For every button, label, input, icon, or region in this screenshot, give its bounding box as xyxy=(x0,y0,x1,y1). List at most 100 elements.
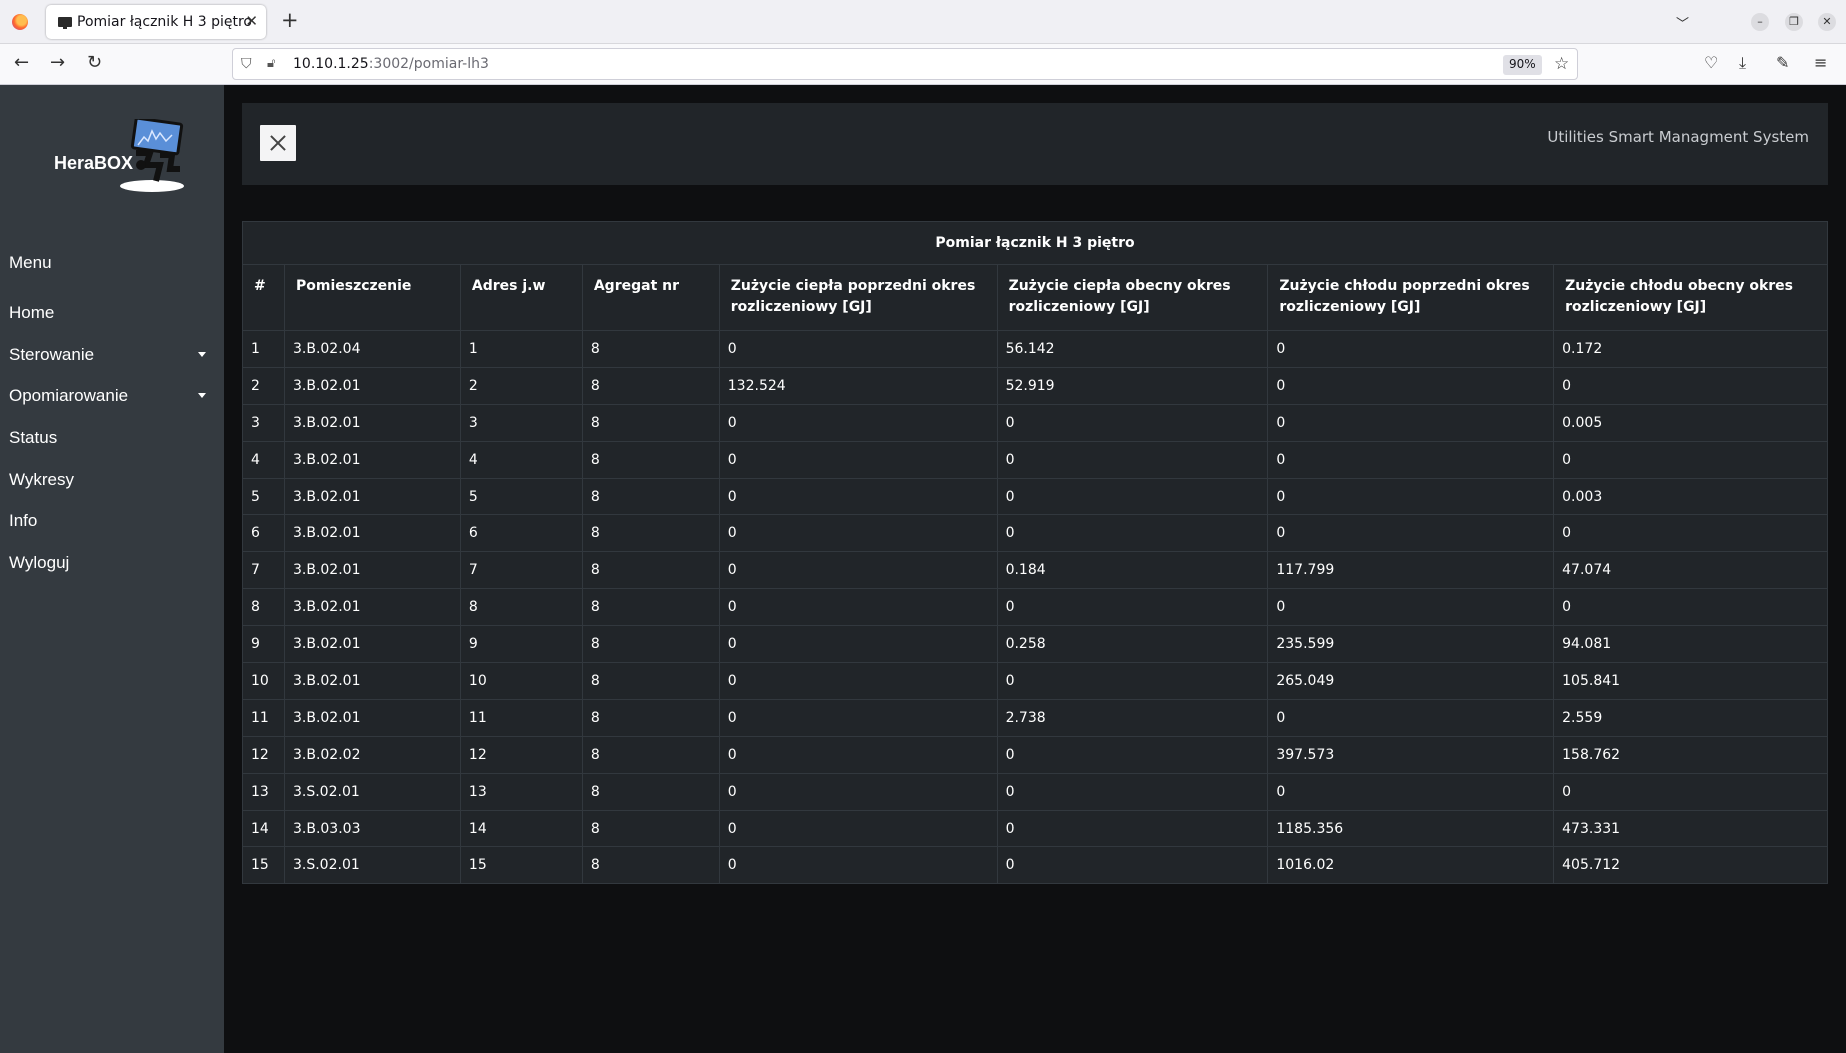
restore-icon[interactable]: ❐ xyxy=(1785,13,1803,31)
table-cell-room: 3.B.02.01 xyxy=(283,514,461,553)
sidebar-item-wykresy[interactable]: Wykresy xyxy=(0,459,224,501)
close-window-icon[interactable]: ✕ xyxy=(1818,13,1836,31)
downloads-icon[interactable]: ⤓ xyxy=(1739,53,1746,73)
sidebar-item-sterowanie[interactable]: Sterowanie xyxy=(0,334,224,376)
table-cell-cold-prev: 0 xyxy=(1267,588,1555,627)
table-cell-room: 3.B.02.01 xyxy=(283,698,461,737)
table-cell-cold-prev: 265.049 xyxy=(1267,662,1555,700)
column-header-cold-current: Zużycie chłodu obecny okres rozliczeniow… xyxy=(1553,264,1828,331)
table-cell-heat-prev: 0 xyxy=(718,809,998,848)
monitor-icon xyxy=(58,17,72,29)
address-bar[interactable]: ⛉ 🔓︎ 10.10.1.25:3002/pomiar-lh3 90% ☆ xyxy=(232,48,1578,80)
sidebar-item-wyloguj[interactable]: Wyloguj xyxy=(0,542,224,584)
insecure-lock-icon[interactable]: 🔓︎ xyxy=(267,56,275,71)
table-header-row: # Pomieszczenie Adres j.w Agregat nr Zużycie… xyxy=(242,264,1828,331)
caret-down-icon xyxy=(198,351,206,357)
shield-icon[interactable]: ⛉ xyxy=(241,56,252,72)
sidebar-item-home[interactable]: Home xyxy=(0,292,224,334)
table-cell-index: 12 xyxy=(242,735,285,774)
table-cell-address: 3 xyxy=(459,403,583,442)
column-header-heat-current: Zużycie ciepła obecny okres rozliczeniow… xyxy=(996,264,1269,331)
table-cell-heat-current: 0 xyxy=(996,514,1269,553)
table-row: 14 3.B.03.03 14 8 0 0 1185.356 473.331 xyxy=(242,809,1828,848)
table-row: 11 3.B.02.01 11 8 0 2.738 0 2.559 xyxy=(242,698,1828,737)
table-cell-cold-current: 2.559 xyxy=(1553,698,1828,737)
bookmark-star-icon[interactable]: ☆ xyxy=(1554,54,1569,74)
sidebar-item-info[interactable]: Info xyxy=(0,500,224,542)
url-path: :3002/pomiar-lh3 xyxy=(368,56,489,72)
table-cell-aggregate: 8 xyxy=(581,662,720,700)
table-cell-room: 3.B.02.01 xyxy=(283,440,461,479)
table-cell-cold-current: 0.005 xyxy=(1553,403,1828,442)
table-cell-heat-current: 0 xyxy=(996,588,1269,627)
table-cell-index: 7 xyxy=(242,551,285,590)
table-cell-cold-current: 0 xyxy=(1553,366,1828,405)
menu-hamburger-icon[interactable]: ≡ xyxy=(1814,53,1827,73)
caret-down-icon xyxy=(198,393,206,399)
table-cell-room: 3.B.02.01 xyxy=(283,477,461,516)
firefox-logo-icon xyxy=(12,14,28,30)
table-cell-index: 9 xyxy=(242,625,285,664)
extensions-icon[interactable]: ✎ xyxy=(1776,53,1789,73)
table-cell-heat-prev: 0 xyxy=(718,588,998,627)
minimize-icon[interactable]: – xyxy=(1751,13,1769,31)
table-cell-room: 3.B.02.02 xyxy=(283,735,461,774)
browser-tab[interactable]: Pomiar łącznik H 3 piętro ✕ xyxy=(46,5,266,39)
list-tabs-chevron-icon[interactable]: ﹀ xyxy=(1676,13,1689,32)
sidebar-item-label: Opomiarowanie xyxy=(9,386,129,406)
table-cell-aggregate: 8 xyxy=(581,366,720,405)
table-row: 10 3.B.02.01 10 8 0 0 265.049 105.841 xyxy=(242,662,1828,700)
reload-icon[interactable]: ↻ xyxy=(87,53,102,73)
table-cell-heat-current: 0 xyxy=(996,662,1269,700)
table-cell-heat-current: 56.142 xyxy=(996,330,1269,368)
sidebar-item-label: Status xyxy=(9,428,58,448)
tab-close-icon[interactable]: ✕ xyxy=(245,12,258,30)
table-cell-room: 3.B.02.01 xyxy=(283,625,461,664)
table-cell-heat-prev: 0 xyxy=(718,403,998,442)
herabox-logo[interactable]: HeraBOX xyxy=(52,116,184,195)
table-cell-aggregate: 8 xyxy=(581,514,720,553)
table-cell-heat-current: 2.738 xyxy=(996,698,1269,737)
table-cell-cold-current: 0.172 xyxy=(1553,330,1828,368)
url-text[interactable]: 10.10.1.25:3002/pomiar-lh3 xyxy=(293,56,489,72)
table-row: 7 3.B.02.01 7 8 0 0.184 117.799 47.074 xyxy=(242,551,1828,590)
table-body: 1 3.B.02.04 1 8 0 56.142 0 0.172 2 3.B.02.01 2 8 132… xyxy=(242,330,1828,885)
new-tab-icon[interactable]: + xyxy=(281,9,299,31)
table-cell-cold-prev: 0 xyxy=(1267,698,1555,737)
table-cell-cold-current: 0 xyxy=(1553,772,1828,811)
measurement-table: Pomiar łącznik H 3 piętro # Pomieszczenie… xyxy=(242,221,1828,885)
sidebar-item-label: Home xyxy=(9,303,55,322)
table-cell-room: 3.B.02.01 xyxy=(283,662,461,700)
sidebar-menu: Home Sterowanie Opomiarowanie Status Wyk… xyxy=(0,292,224,584)
table-cell-address: 13 xyxy=(459,772,583,811)
table-row: 2 3.B.02.01 2 8 132.524 52.919 0 0 xyxy=(242,366,1828,405)
logo-text: HeraBOX xyxy=(54,153,134,173)
column-header-heat-prev: Zużycie ciepła poprzedni okres rozliczen… xyxy=(718,264,998,331)
table-cell-room: 3.B.02.01 xyxy=(283,366,461,405)
close-sidebar-button[interactable] xyxy=(260,125,296,161)
table-cell-room: 3.S.02.01 xyxy=(283,846,461,885)
table-cell-heat-prev: 0 xyxy=(718,440,998,479)
table-cell-cold-prev: 117.799 xyxy=(1267,551,1555,590)
column-header-aggregate: Agregat nr xyxy=(581,264,720,331)
table-cell-index: 14 xyxy=(242,809,285,848)
table-cell-cold-prev: 0 xyxy=(1267,772,1555,811)
table-cell-cold-prev: 397.573 xyxy=(1267,735,1555,774)
table-cell-address: 5 xyxy=(459,477,583,516)
forward-icon[interactable]: → xyxy=(50,53,65,73)
table-cell-aggregate: 8 xyxy=(581,772,720,811)
table-cell-cold-current: 0 xyxy=(1553,440,1828,479)
table-cell-cold-current: 47.074 xyxy=(1553,551,1828,590)
table-cell-aggregate: 8 xyxy=(581,698,720,737)
sidebar-item-opomiarowanie[interactable]: Opomiarowanie xyxy=(0,375,224,417)
table-cell-address: 10 xyxy=(459,662,583,700)
column-header-index: # xyxy=(242,264,285,331)
pocket-icon[interactable]: ♡ xyxy=(1704,53,1718,73)
table-cell-cold-prev: 0 xyxy=(1267,330,1555,368)
sidebar-item-status[interactable]: Status xyxy=(0,417,224,459)
zoom-level-badge[interactable]: 90% xyxy=(1503,55,1542,75)
table-cell-cold-current: 0.003 xyxy=(1553,477,1828,516)
table-cell-index: 15 xyxy=(242,846,285,885)
table-row: 9 3.B.02.01 9 8 0 0.258 235.599 94.081 xyxy=(242,625,1828,664)
back-icon[interactable]: ← xyxy=(14,53,29,73)
